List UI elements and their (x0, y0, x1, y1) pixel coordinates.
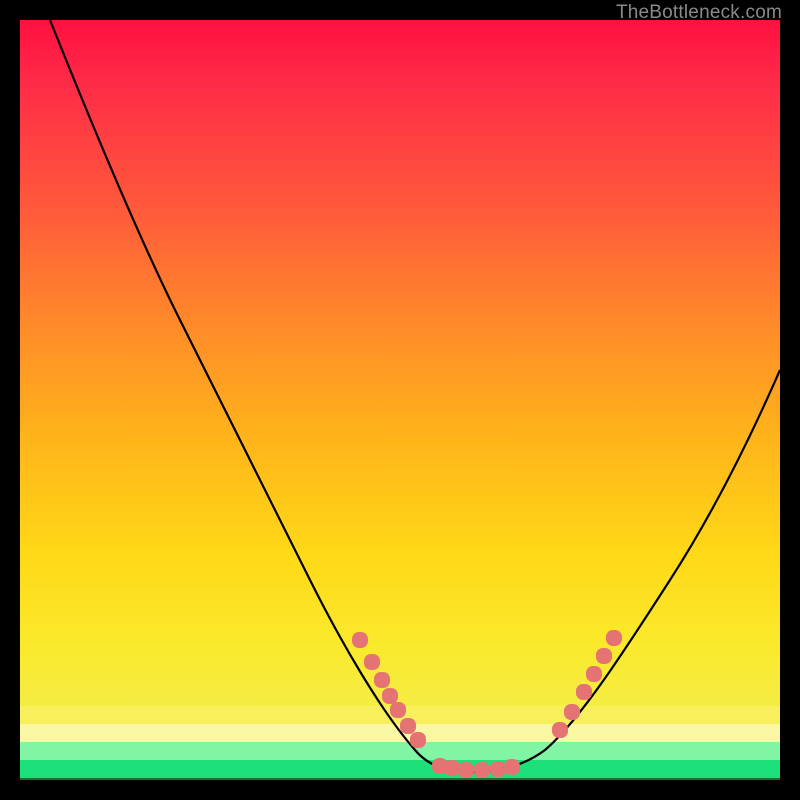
markers-floor (432, 758, 520, 778)
curve-svg (20, 20, 780, 780)
markers-right (552, 630, 622, 738)
bottleneck-curve (50, 20, 780, 772)
chart-stage: TheBottleneck.com (0, 0, 800, 800)
plot-area (20, 20, 780, 780)
markers-left (352, 632, 426, 748)
